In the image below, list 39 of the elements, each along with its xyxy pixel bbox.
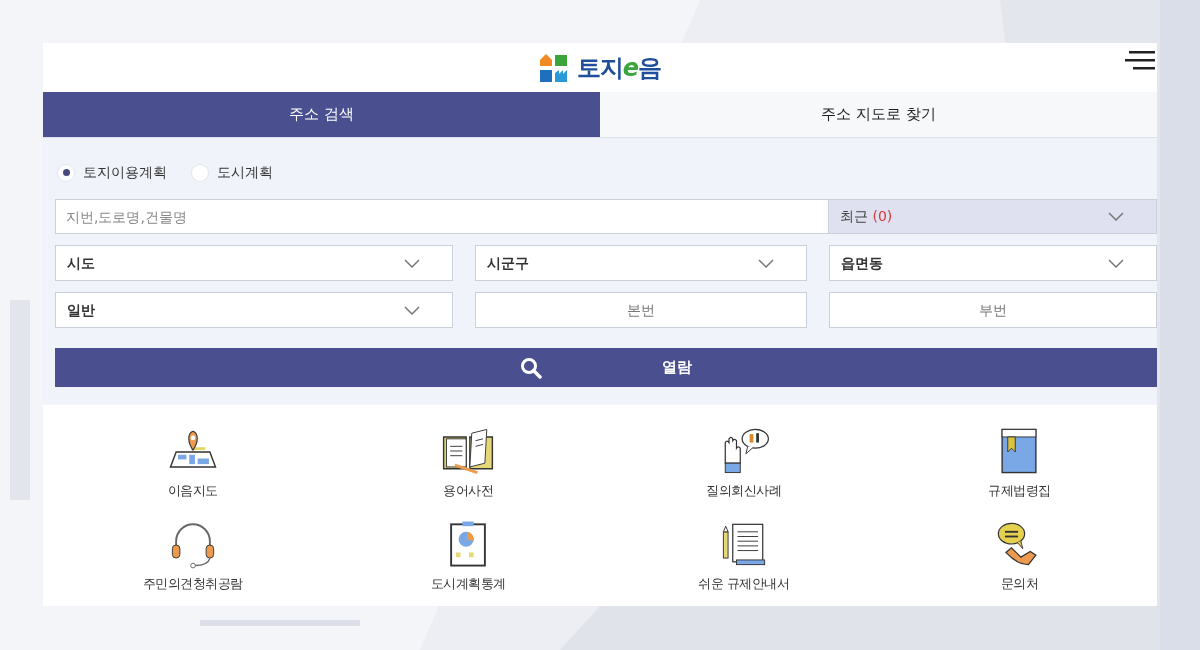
shortcut-link[interactable]: 용어사전 (330, 425, 606, 502)
select-dropdown[interactable]: 읍면동 (829, 245, 1157, 281)
shortcut-link[interactable]: 이음지도 (55, 425, 331, 502)
select-value: 일반 (67, 300, 95, 320)
select-dropdown[interactable]: 시도 (55, 245, 453, 281)
shortcut-link[interactable]: 규제법령집 (881, 425, 1157, 502)
shortcut-link[interactable]: 도시계획통계 (330, 517, 606, 595)
shortcut-link[interactable]: 쉬운 규제안내서 (606, 517, 882, 595)
select-dropdown[interactable]: 시군구 (475, 245, 807, 281)
recent-dropdown[interactable]: 최근 (0) (829, 199, 1157, 234)
radio-icon[interactable] (191, 163, 209, 182)
number-field[interactable]: 본번 (475, 292, 807, 328)
shortcut-link[interactable]: 주민의견청취공람 (55, 517, 331, 595)
logo-text[interactable]: 토지e음 (576, 49, 662, 86)
select-value: 시군구 (487, 253, 529, 273)
chevron-down-icon (404, 305, 420, 315)
radio-option[interactable]: 도시계획 (191, 162, 273, 183)
tab[interactable]: 주소 검색 (43, 92, 600, 138)
radio-label: 도시계획 (217, 163, 273, 182)
select-value: 시도 (67, 253, 95, 273)
search-field[interactable]: 지번,도로명,건물명 (55, 199, 829, 234)
radio-icon[interactable] (57, 163, 75, 182)
chevron-down-icon (758, 258, 774, 268)
shortcut-link[interactable]: 문의처 (881, 517, 1157, 595)
logo-icon (538, 52, 569, 83)
radio-option[interactable]: 토지이용계획 (57, 162, 167, 183)
tab[interactable]: 주소 지도로 찾기 (600, 92, 1157, 138)
view-button[interactable]: 열람 (55, 348, 1157, 387)
number-field[interactable]: 부번 (829, 292, 1157, 328)
recent-label: 최근 (0) (840, 207, 893, 226)
chevron-down-icon (404, 258, 420, 268)
search-icon (520, 356, 542, 379)
chevron-down-icon (1108, 258, 1124, 268)
radio-label: 토지이용계획 (83, 163, 167, 182)
menu-icon[interactable] (1125, 49, 1155, 73)
chevron-down-icon (1108, 212, 1124, 221)
shortcut-link[interactable]: 질의회신사례 (606, 425, 882, 502)
select-value: 읍면동 (841, 253, 883, 273)
select-dropdown[interactable]: 일반 (55, 292, 453, 328)
